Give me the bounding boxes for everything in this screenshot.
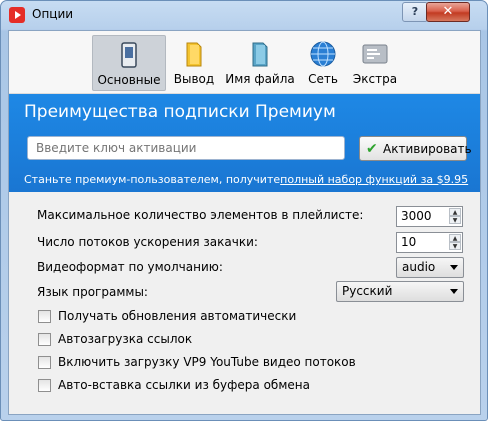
language-label: Язык программы: <box>37 285 148 299</box>
blue-folder-icon <box>252 42 268 67</box>
folder-icon <box>186 42 202 67</box>
activate-button[interactable]: ✔ Активировать <box>359 136 472 161</box>
auto-update-checkbox[interactable] <box>38 310 51 323</box>
threads-value: 10 <box>401 235 417 249</box>
options-window: Опции ? ✕ Основные Вывод Имя файла Сеть … <box>0 0 488 421</box>
max-items-spinner-arrows[interactable]: ▲ ▼ <box>449 208 461 225</box>
checkmark-icon: ✔ <box>366 141 378 157</box>
tab-network[interactable]: Сеть <box>302 35 344 89</box>
tab-filename-label: Имя файла <box>225 72 295 86</box>
help-button[interactable]: ? <box>402 2 428 22</box>
category-toolbar: Основные Вывод Имя файла Сеть Экстра <box>9 31 480 94</box>
autoload-links-checkbox[interactable] <box>38 333 51 346</box>
format-select[interactable]: audio <box>396 257 464 278</box>
clipboard-paste-checkbox[interactable] <box>38 379 51 392</box>
general-icon <box>121 42 137 68</box>
auto-update-label[interactable]: Получать обновления автоматически <box>58 309 296 323</box>
clipboard-paste-label[interactable]: Авто-вставка ссылки из буфера обмена <box>58 378 310 392</box>
tab-network-label: Сеть <box>308 72 338 86</box>
max-items-label: Максимальное количество элементов в плей… <box>37 208 364 222</box>
threads-spinner[interactable]: 10 ▲ ▼ <box>396 232 463 253</box>
tab-general-label: Основные <box>97 73 161 87</box>
spin-down-icon[interactable]: ▼ <box>449 216 461 224</box>
spin-up-icon[interactable]: ▲ <box>449 234 461 242</box>
max-items-value: 3000 <box>401 209 432 223</box>
chevron-down-icon <box>450 265 458 270</box>
language-select[interactable]: Русский <box>336 281 464 302</box>
title-bar[interactable]: Опции ? ✕ <box>1 1 487 28</box>
threads-label: Число потоков ускорения закачки: <box>37 235 258 249</box>
max-items-spinner[interactable]: 3000 ▲ ▼ <box>396 206 463 227</box>
promo-prefix: Станьте премиум-пользователем, получите <box>24 173 281 186</box>
tab-extra-label: Экстра <box>352 72 398 86</box>
spin-down-icon[interactable]: ▼ <box>449 242 461 250</box>
close-button[interactable]: ✕ <box>426 2 470 22</box>
format-label: Видеоформат по умолчанию: <box>37 260 223 274</box>
autoload-links-label[interactable]: Автозагрузка ссылок <box>58 332 192 346</box>
app-logo-icon <box>9 7 25 23</box>
promo-link[interactable]: полный набор функций за $9.95 <box>280 173 468 186</box>
tab-extra[interactable]: Экстра <box>349 35 401 89</box>
promo-text: Станьте премиум-пользователем, получитеп… <box>24 173 468 186</box>
tab-output[interactable]: Вывод <box>169 35 219 89</box>
tab-filename[interactable]: Имя файла <box>224 35 296 89</box>
globe-icon <box>310 41 336 67</box>
chevron-down-icon <box>450 289 458 294</box>
format-value: audio <box>402 260 436 274</box>
threads-spinner-arrows[interactable]: ▲ ▼ <box>449 234 461 251</box>
window-title: Опции <box>32 7 74 21</box>
vp9-checkbox[interactable] <box>38 356 51 369</box>
vp9-label[interactable]: Включить загрузку VP9 YouTube видео пото… <box>58 355 356 369</box>
dialog-content: Основные Вывод Имя файла Сеть Экстра Пре… <box>8 30 481 415</box>
tab-general[interactable]: Основные <box>92 35 166 91</box>
premium-title: Преимущества подписки Премиум <box>24 102 336 122</box>
spin-up-icon[interactable]: ▲ <box>449 208 461 216</box>
tab-output-label: Вывод <box>173 72 215 86</box>
premium-banner: Преимущества подписки Премиум ✔ Активиро… <box>9 94 480 192</box>
activation-key-input[interactable] <box>27 136 345 160</box>
language-value: Русский <box>342 284 393 298</box>
activate-button-label: Активировать <box>383 142 472 156</box>
extra-icon <box>362 44 388 64</box>
